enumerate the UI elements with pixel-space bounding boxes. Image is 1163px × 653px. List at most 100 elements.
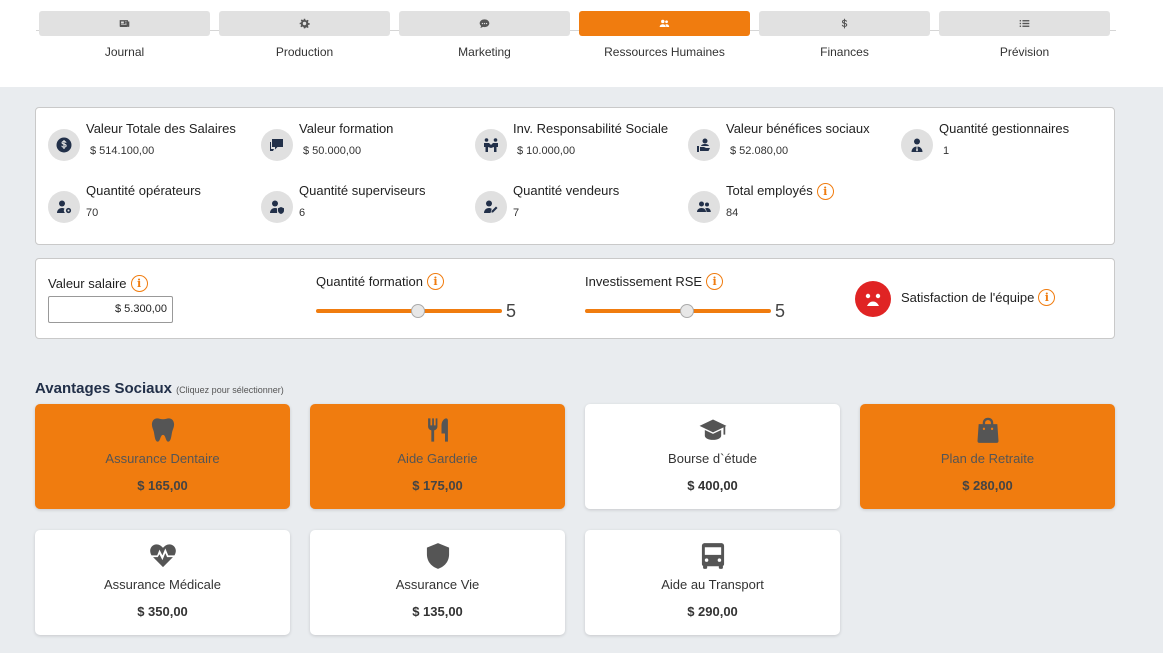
tooth-icon <box>151 418 174 442</box>
gear-icon <box>299 18 310 29</box>
tab-journal[interactable]: Journal <box>39 11 210 71</box>
benefit-icon-wrap <box>35 542 290 570</box>
bus-icon <box>701 543 724 569</box>
kpi-inv-rse-value: $ 10.000,00 <box>517 145 576 157</box>
sad-face-glyph <box>865 293 881 306</box>
sad-face-icon <box>855 281 891 317</box>
tab-production-pill[interactable] <box>219 11 390 36</box>
benefit-bourse-etude[interactable]: Bourse d`étude $ 400,00 <box>585 404 840 509</box>
kpi-gestionnaires-label: Quantité gestionnaires <box>939 121 1070 136</box>
satisfaction-label-wrap: Satisfaction de l'équipe i <box>901 289 1056 306</box>
kpi-operateurs-value: 70 <box>86 207 99 219</box>
user-tie-icon <box>911 138 923 152</box>
tab-prevision-label: Prévision <box>999 45 1050 59</box>
rse-slider-track[interactable] <box>585 309 771 313</box>
users-icon <box>697 201 711 212</box>
kpi-total-salaires-badge <box>48 129 80 161</box>
tab-ressources-humaines-label: Ressources Humaines <box>604 45 725 59</box>
benefit-name: Aide Garderie <box>397 451 478 466</box>
benefit-price: $ 350,00 <box>137 604 188 619</box>
info-icon[interactable]: i <box>130 275 148 292</box>
benefit-price: $ 290,00 <box>687 604 738 619</box>
training-slider[interactable]: 5 <box>316 301 536 321</box>
user-edit-icon <box>484 200 498 213</box>
training-slider-thumb[interactable] <box>411 304 425 318</box>
chat-bubble-icon <box>479 19 490 28</box>
kpi-vendeurs-value: 7 <box>513 207 520 219</box>
info-icon[interactable]: i <box>816 183 834 201</box>
newspaper-icon <box>119 20 130 27</box>
shopping-bag-icon <box>977 417 998 443</box>
benefit-icon-wrap <box>585 416 840 444</box>
tab-production-label: Production <box>275 45 334 59</box>
kpi-total-employes-label-wrap: Total employés i <box>726 183 834 201</box>
tab-finances-label: Finances <box>820 45 869 59</box>
benefit-price: $ 400,00 <box>687 478 738 493</box>
user-shield-icon <box>270 200 284 214</box>
users-icon <box>659 19 670 27</box>
kpi-gestionnaires-badge <box>901 129 933 161</box>
heartbeat-icon <box>149 544 176 568</box>
tab-marketing-label: Marketing <box>458 45 511 59</box>
rse-slider[interactable]: 5 <box>585 301 805 321</box>
controls-card: Valeur salaire i $ 5.300,00 Quantité form… <box>35 258 1115 339</box>
benefit-icon-wrap <box>310 416 565 444</box>
shield-icon <box>426 543 449 569</box>
info-icon[interactable]: i <box>426 273 444 290</box>
tab-production[interactable]: Production <box>219 11 390 71</box>
tab-journal-pill[interactable] <box>39 11 210 36</box>
benefit-aide-transport[interactable]: Aide au Transport $ 290,00 <box>585 530 840 635</box>
benefit-assurance-medicale[interactable]: Assurance Médicale $ 350,00 <box>35 530 290 635</box>
benefit-assurance-dentaire[interactable]: Assurance Dentaire $ 165,00 <box>35 404 290 509</box>
kpi-operateurs-badge <box>48 191 80 223</box>
tab-prevision[interactable]: Prévision <box>939 11 1110 71</box>
benefit-price: $ 165,00 <box>137 478 188 493</box>
info-icon[interactable]: i <box>706 273 724 290</box>
kpi-benefices-sociaux-value: $ 52.080,00 <box>730 145 789 157</box>
kpi-total-employes-value: 84 <box>726 207 739 219</box>
kpi-valeur-formation-badge <box>261 129 293 161</box>
benefits-title-text: Avantages Sociaux <box>35 380 172 397</box>
tab-ressources-humaines-pill[interactable] <box>579 11 750 36</box>
list-icon <box>1019 20 1030 27</box>
kpi-card: Valeur Totale des Salaires $ 514.100,00 … <box>35 107 1115 245</box>
kpi-valeur-formation-label: Valeur formation <box>299 121 394 136</box>
benefit-price: $ 135,00 <box>412 604 463 619</box>
satisfaction-label: Satisfaction de l'équipe <box>901 290 1035 305</box>
kpi-gestionnaires-value: 1 <box>943 145 950 157</box>
tab-marketing[interactable]: Marketing <box>399 11 570 71</box>
training-label-wrap: Quantité formation i <box>316 273 444 290</box>
top-navigation: Journal Production Marketing Ressources … <box>0 0 1163 87</box>
kpi-superviseurs-label: Quantité superviseurs <box>299 183 426 198</box>
tab-prevision-pill[interactable] <box>939 11 1110 36</box>
kpi-valeur-formation-value: $ 50.000,00 <box>303 145 362 157</box>
benefit-icon-wrap <box>35 416 290 444</box>
benefit-icon-wrap <box>585 542 840 570</box>
tab-finances-pill[interactable] <box>759 11 930 36</box>
benefit-plan-retraite[interactable]: Plan de Retraite $ 280,00 <box>860 404 1115 509</box>
tab-marketing-pill[interactable] <box>399 11 570 36</box>
benefit-assurance-vie[interactable]: Assurance Vie $ 135,00 <box>310 530 565 635</box>
training-slider-track[interactable] <box>316 309 502 313</box>
benefit-aide-garderie[interactable]: Aide Garderie $ 175,00 <box>310 404 565 509</box>
tab-finances[interactable]: Finances <box>759 11 930 71</box>
kpi-superviseurs-value: 6 <box>299 207 306 219</box>
kpi-vendeurs-badge <box>475 191 507 223</box>
dollar-circle-icon <box>56 137 72 153</box>
utensils-icon <box>427 418 448 442</box>
benefit-price: $ 175,00 <box>412 478 463 493</box>
kpi-total-salaires-label: Valeur Totale des Salaires <box>86 121 236 136</box>
benefit-name: Assurance Vie <box>395 577 480 592</box>
tab-ressources-humaines[interactable]: Ressources Humaines <box>579 11 750 71</box>
salary-input[interactable]: $ 5.300,00 <box>48 296 173 323</box>
rse-slider-thumb[interactable] <box>680 304 694 318</box>
info-icon[interactable]: i <box>1038 289 1056 306</box>
benefit-name: Assurance Dentaire <box>105 451 220 466</box>
training-label: Quantité formation <box>316 274 423 289</box>
benefit-icon-wrap <box>310 542 565 570</box>
kpi-benefices-sociaux-badge <box>688 129 720 161</box>
salary-label: Valeur salaire <box>48 276 127 291</box>
kpi-benefices-sociaux-label: Valeur bénéfices sociaux <box>726 121 870 136</box>
salary-label-wrap: Valeur salaire i <box>48 275 148 292</box>
kpi-superviseurs-badge <box>261 191 293 223</box>
